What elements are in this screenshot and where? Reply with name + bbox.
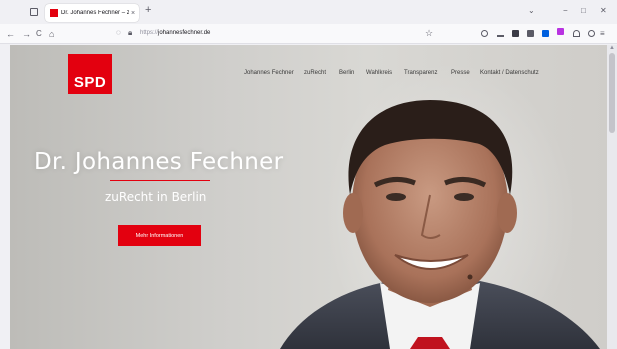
nav-item-berlin[interactable]: Berlin bbox=[339, 70, 354, 76]
reload-button[interactable]: C bbox=[36, 28, 42, 40]
hero-title: Dr. Johannes Fechner bbox=[34, 149, 284, 175]
account-icon[interactable] bbox=[588, 30, 595, 37]
navigation-toolbar: ← → C ⌂ ◌ 🔒︎ https://johannesfechner.de … bbox=[0, 24, 617, 44]
library-icon[interactable] bbox=[512, 30, 519, 37]
nav-item-zurecht[interactable]: zuRecht bbox=[304, 70, 326, 76]
tracking-shield-icon[interactable]: ◌ bbox=[116, 28, 121, 37]
tab-close-icon[interactable]: × bbox=[131, 10, 135, 17]
scroll-thumb[interactable] bbox=[609, 53, 615, 133]
tab-bar: Dr. Johannes Fechner – zuRecht × + ⌄ − □… bbox=[0, 0, 617, 24]
hero-divider bbox=[110, 180, 210, 181]
hero-subtitle: zuRecht in Berlin bbox=[105, 190, 207, 204]
extensions-puzzle-icon[interactable] bbox=[573, 30, 580, 37]
nav-item-transparenz[interactable]: Transparenz bbox=[404, 70, 437, 76]
url-protocol: https:// bbox=[140, 30, 159, 36]
nav-item-kontakt-datenschutz[interactable]: Kontakt / Datenschutz bbox=[480, 70, 539, 76]
url-text[interactable]: https://johannesfechner.de bbox=[140, 30, 210, 36]
menu-hamburger-icon[interactable]: ≡ bbox=[600, 28, 605, 40]
back-button[interactable]: ← bbox=[6, 28, 15, 40]
extension-blue-icon[interactable] bbox=[542, 30, 549, 37]
page-scrollbar[interactable]: ▲ bbox=[607, 45, 617, 349]
pocket-icon[interactable] bbox=[481, 30, 488, 37]
new-tab-button[interactable]: + bbox=[145, 4, 151, 16]
forward-button[interactable]: → bbox=[22, 28, 31, 40]
tab-title: Dr. Johannes Fechner – zuRecht bbox=[61, 10, 129, 16]
maximize-button[interactable]: □ bbox=[581, 6, 586, 15]
scroll-up-icon[interactable]: ▲ bbox=[609, 45, 615, 51]
downloads-icon[interactable] bbox=[497, 30, 504, 37]
extension-purple-icon[interactable] bbox=[557, 28, 564, 35]
sidebar-icon[interactable] bbox=[527, 30, 534, 37]
nav-item-wahlkreis[interactable]: Wahlkreis bbox=[366, 70, 392, 76]
site-navigation: Johannes Fechner zuRecht Berlin Wahlkrei… bbox=[10, 70, 607, 80]
address-bar[interactable]: ◌ 🔒︎ https://johannesfechner.de ☆ bbox=[100, 27, 440, 41]
close-window-button[interactable]: ✕ bbox=[600, 6, 607, 15]
url-domain: johannesfechner.de bbox=[158, 30, 211, 36]
spd-favicon-icon bbox=[50, 9, 58, 17]
browser-tab-active[interactable]: Dr. Johannes Fechner – zuRecht × bbox=[45, 4, 139, 22]
bookmark-star-icon[interactable]: ☆ bbox=[425, 28, 433, 39]
tab-list-chevron-icon[interactable]: ⌄ bbox=[528, 6, 535, 15]
minimize-button[interactable]: − bbox=[563, 6, 568, 15]
tab-overview-icon[interactable] bbox=[30, 8, 38, 16]
nav-item-johannes-fechner[interactable]: Johannes Fechner bbox=[244, 70, 294, 76]
webpage-viewport: SPD Johannes Fechner zuRecht Berlin Wahl… bbox=[10, 45, 607, 349]
lock-icon[interactable]: 🔒︎ bbox=[128, 28, 132, 38]
more-info-button[interactable]: Mehr Informationen bbox=[118, 225, 201, 246]
home-button[interactable]: ⌂ bbox=[49, 28, 54, 40]
nav-item-presse[interactable]: Presse bbox=[451, 70, 470, 76]
